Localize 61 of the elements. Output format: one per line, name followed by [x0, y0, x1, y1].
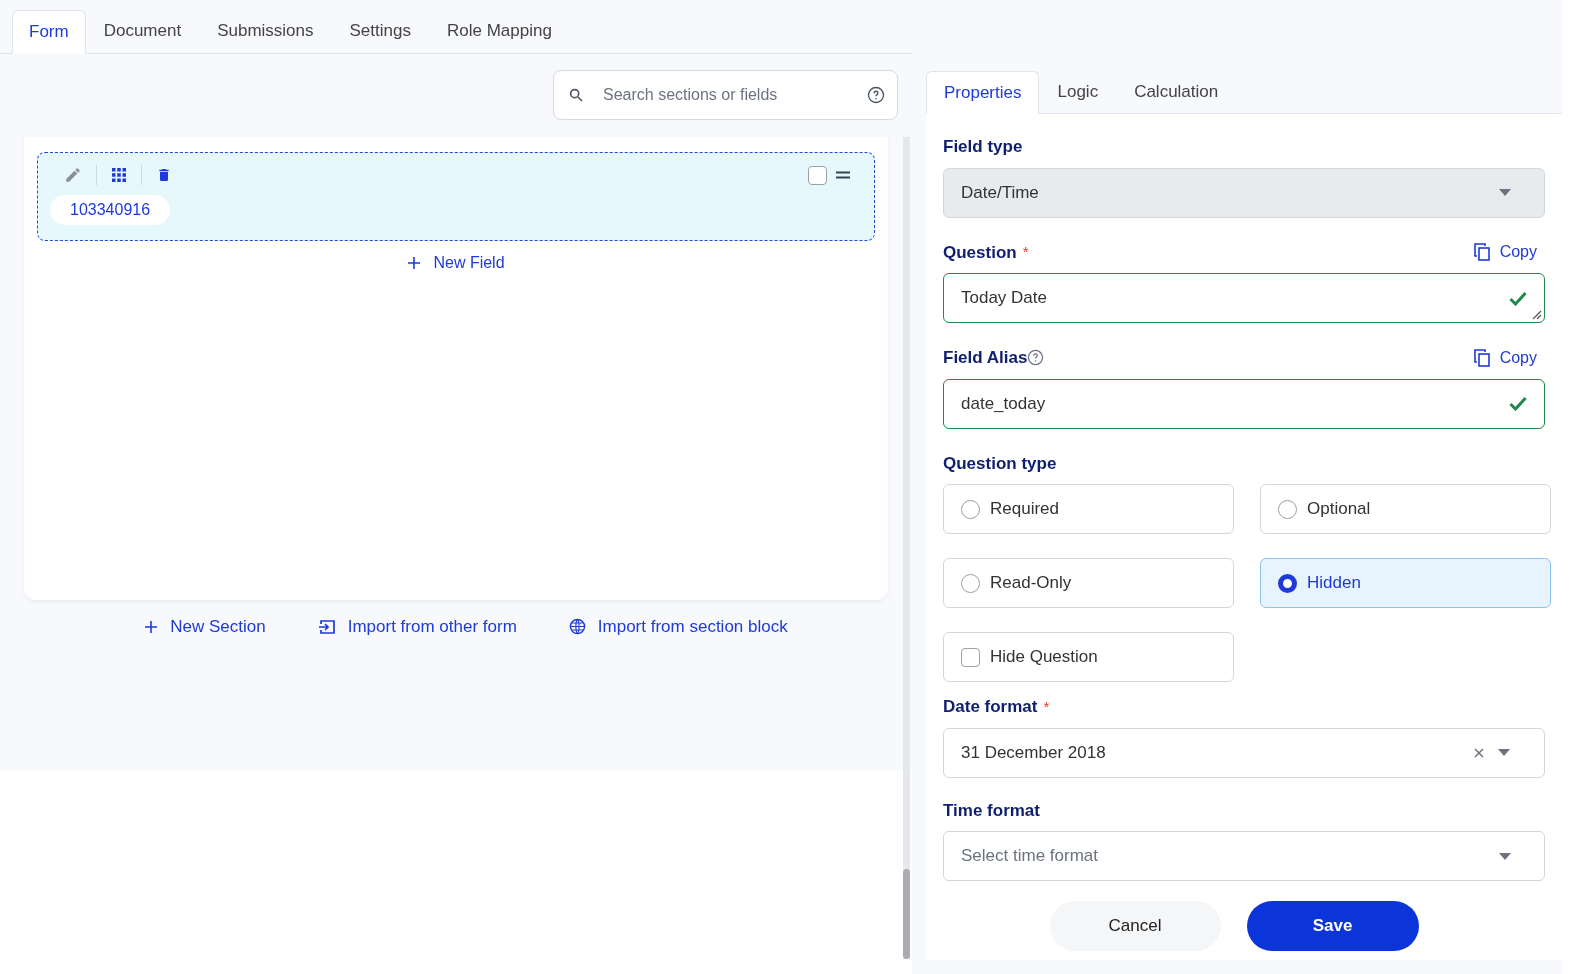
trash-icon[interactable]	[156, 166, 172, 184]
section-action-link[interactable]: Import from section block	[568, 614, 788, 640]
tab[interactable]: Document	[85, 9, 200, 53]
radio-option[interactable]: Hidden	[1260, 558, 1551, 608]
scrollbar-thumb[interactable]	[903, 869, 910, 959]
import-icon	[317, 618, 336, 635]
radio-option[interactable]: Read-Only	[943, 558, 1234, 608]
caret-icon	[1498, 749, 1510, 756]
radio-option[interactable]: Required	[943, 484, 1234, 534]
globe-icon	[568, 618, 586, 636]
tab[interactable]: Submissions	[199, 9, 332, 53]
field-label: Question	[943, 241, 1017, 264]
help-icon[interactable]	[1027, 349, 1045, 367]
field-label: Field Alias	[943, 347, 1028, 369]
check-icon	[1509, 290, 1527, 306]
date-format-select[interactable]: 31 December 2018	[943, 727, 1545, 778]
tab[interactable]: Form	[12, 10, 86, 54]
save-button[interactable]: Save	[1246, 901, 1419, 951]
caret-icon	[1499, 852, 1511, 860]
tab[interactable]: Logic	[1039, 70, 1117, 113]
help-icon[interactable]	[867, 86, 885, 104]
clear-icon[interactable]	[1474, 747, 1484, 758]
tab[interactable]: Properties	[926, 71, 1040, 114]
checkbox[interactable]	[808, 165, 827, 185]
field-type-select[interactable]: Date/Time	[943, 167, 1545, 218]
required-asterisk: *	[1043, 696, 1050, 717]
required-asterisk: *	[1022, 242, 1029, 262]
field-block[interactable]: 103340916	[37, 152, 875, 241]
section-action-link[interactable]: Import from other form	[317, 614, 517, 640]
drag-handle-icon[interactable]	[836, 171, 850, 179]
time-format-select[interactable]: Select time format	[943, 831, 1545, 881]
checkbox-option[interactable]: Hide Question	[943, 632, 1234, 682]
copy-button[interactable]: Copy	[1473, 240, 1537, 265]
section-action-link[interactable]: New Section	[144, 614, 266, 640]
plus-icon	[407, 256, 422, 270]
copy-icon	[1473, 348, 1490, 367]
caret-icon	[1499, 189, 1511, 196]
radio-option[interactable]: Optional	[1260, 484, 1551, 534]
field-id-chip: 103340916	[50, 195, 171, 225]
cancel-button[interactable]: Cancel	[1049, 901, 1221, 951]
search-icon	[568, 87, 584, 103]
text-input[interactable]: Today Date	[943, 273, 1545, 323]
select-placeholder: Select time format	[961, 845, 1099, 868]
tab[interactable]: Role Mapping	[428, 9, 570, 53]
new-field-button[interactable]: New Field	[407, 251, 505, 275]
text-input[interactable]: date_today	[943, 378, 1545, 429]
resize-handle-icon[interactable]	[1532, 310, 1542, 320]
select-value: Date/Time	[961, 181, 1040, 204]
field-label: Field type	[943, 136, 1024, 158]
search-field[interactable]: Search sections or fields	[553, 70, 898, 120]
copy-button[interactable]: Copy	[1473, 345, 1537, 370]
tab[interactable]: Settings	[331, 9, 429, 53]
plus-icon	[144, 619, 159, 634]
field-label: Date format	[943, 696, 1038, 718]
pencil-icon[interactable]	[64, 166, 82, 184]
field-label: Question type	[943, 452, 1058, 475]
check-icon	[1509, 396, 1527, 411]
field-label: Time format	[943, 799, 1041, 822]
grid-icon[interactable]	[111, 167, 127, 183]
tab[interactable]: Calculation	[1116, 70, 1237, 113]
copy-icon	[1473, 243, 1490, 262]
